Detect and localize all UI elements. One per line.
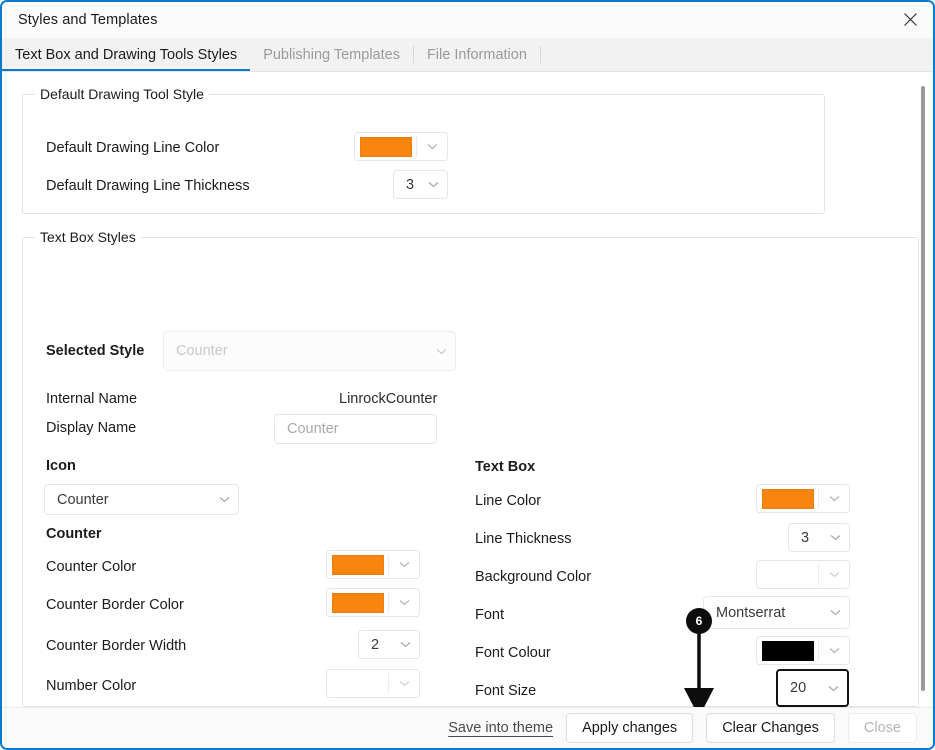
tab-label: Publishing Templates xyxy=(263,47,400,63)
tab-label: Text Box and Drawing Tools Styles xyxy=(15,47,237,63)
color-swatch-wrap xyxy=(757,637,818,664)
textbox-font-size-label: Font Size xyxy=(475,683,536,699)
textbox-line-thickness-label: Line Thickness xyxy=(475,531,571,547)
title-bar: Styles and Templates xyxy=(2,2,933,38)
clear-changes-button[interactable]: Clear Changes xyxy=(706,713,835,743)
selected-style-label: Selected Style xyxy=(46,343,144,359)
chevron-down-icon xyxy=(436,348,447,355)
textbox-font-colour-picker[interactable] xyxy=(756,636,850,665)
tab-file-information[interactable]: File Information xyxy=(414,38,540,71)
textbox-background-color-picker[interactable] xyxy=(756,560,850,589)
scrollbar-thumb[interactable] xyxy=(921,86,925,691)
window-title: Styles and Templates xyxy=(18,12,158,28)
color-swatch-wrap xyxy=(355,133,416,160)
counter-border-color-picker[interactable] xyxy=(326,588,420,617)
counter-heading: Counter xyxy=(46,526,102,542)
select-value: 20 xyxy=(790,680,806,696)
tab-label: File Information xyxy=(427,47,527,63)
default-drawing-line-color-picker[interactable] xyxy=(354,132,448,161)
chevron-down-icon xyxy=(389,670,419,697)
text-box-styles-group: Text Box Styles Selected Style Counter I… xyxy=(22,237,919,707)
default-drawing-tool-style-group: Default Drawing Tool Style Default Drawi… xyxy=(22,94,825,214)
number-color-picker[interactable] xyxy=(326,669,420,698)
icon-select[interactable]: Counter xyxy=(44,484,239,515)
dialog-footer: Save into theme Apply changes Clear Chan… xyxy=(2,707,933,748)
save-into-theme-link[interactable]: Save into theme xyxy=(448,720,553,736)
color-swatch xyxy=(762,641,814,661)
chevron-down-icon xyxy=(389,551,419,578)
color-swatch-wrap xyxy=(327,551,388,578)
chevron-down-icon xyxy=(389,589,419,616)
styles-and-templates-dialog: Styles and Templates Text Box and Drawin… xyxy=(0,0,935,750)
chevron-down-icon xyxy=(819,637,849,664)
chevron-down-icon xyxy=(830,609,841,616)
textbox-line-thickness-select[interactable]: 3 xyxy=(788,523,850,552)
default-drawing-line-thickness-select[interactable]: 3 xyxy=(393,170,448,199)
textbox-font-select[interactable]: Montserrat xyxy=(703,596,850,629)
color-swatch xyxy=(360,137,412,157)
group-legend: Text Box Styles xyxy=(35,229,141,245)
color-swatch-wrap xyxy=(327,670,388,697)
chevron-down-icon xyxy=(219,496,230,503)
input-placeholder: Counter xyxy=(287,421,339,437)
default-drawing-line-thickness-label: Default Drawing Line Thickness xyxy=(46,178,250,194)
default-drawing-line-color-label: Default Drawing Line Color xyxy=(46,140,219,156)
textbox-font-label: Font xyxy=(475,607,504,623)
textbox-line-color-label: Line Color xyxy=(475,493,541,509)
select-value: Montserrat xyxy=(716,605,785,621)
tab-bar: Text Box and Drawing Tools Styles Publis… xyxy=(2,38,933,72)
chevron-down-icon xyxy=(819,561,849,588)
chevron-down-icon xyxy=(830,534,841,541)
tab-text-box-and-drawing-tools-styles[interactable]: Text Box and Drawing Tools Styles xyxy=(2,38,250,71)
chevron-down-icon xyxy=(819,485,849,512)
counter-color-label: Counter Color xyxy=(46,559,136,575)
chevron-down-icon xyxy=(417,133,447,160)
apply-changes-button[interactable]: Apply changes xyxy=(566,713,693,743)
select-value: Counter xyxy=(176,343,228,359)
selected-style-select[interactable]: Counter xyxy=(163,331,456,371)
counter-border-color-label: Counter Border Color xyxy=(46,597,184,613)
chevron-down-icon xyxy=(828,685,839,692)
color-swatch-wrap xyxy=(327,589,388,616)
group-legend: Default Drawing Tool Style xyxy=(35,86,209,102)
color-swatch-wrap xyxy=(757,485,818,512)
color-swatch xyxy=(762,565,814,585)
color-swatch xyxy=(762,489,814,509)
display-name-label: Display Name xyxy=(46,420,136,436)
select-value: 3 xyxy=(801,530,809,546)
chevron-down-icon xyxy=(428,181,439,188)
chevron-down-icon xyxy=(400,641,411,648)
dialog-body: Default Drawing Tool Style Default Drawi… xyxy=(2,72,933,707)
counter-border-width-select[interactable]: 2 xyxy=(358,630,420,659)
vertical-scrollbar[interactable] xyxy=(917,74,928,700)
textbox-font-colour-label: Font Colour xyxy=(475,645,551,661)
counter-color-picker[interactable] xyxy=(326,550,420,579)
internal-name-label: Internal Name xyxy=(46,391,137,407)
select-value: 2 xyxy=(371,637,379,653)
color-swatch xyxy=(332,555,384,575)
color-swatch xyxy=(332,593,384,613)
icon-label: Icon xyxy=(46,458,76,474)
annotation-step-badge: 6 xyxy=(686,608,712,634)
select-value: Counter xyxy=(57,492,109,508)
close-button: Close xyxy=(848,713,917,743)
text-box-heading: Text Box xyxy=(475,459,535,475)
close-icon xyxy=(903,12,918,27)
textbox-line-color-picker[interactable] xyxy=(756,484,850,513)
color-swatch xyxy=(332,674,384,694)
select-value: 3 xyxy=(406,177,414,193)
display-name-input[interactable]: Counter xyxy=(274,414,437,444)
color-swatch-wrap xyxy=(757,561,818,588)
textbox-font-size-select[interactable]: 20 xyxy=(776,669,849,707)
counter-border-width-label: Counter Border Width xyxy=(46,638,186,654)
tab-divider xyxy=(540,46,541,63)
internal-name-value: LinrockCounter xyxy=(339,391,437,407)
tab-publishing-templates[interactable]: Publishing Templates xyxy=(250,38,413,71)
number-color-label: Number Color xyxy=(46,678,136,694)
textbox-background-color-label: Background Color xyxy=(475,569,591,585)
close-window-button[interactable] xyxy=(887,2,933,36)
